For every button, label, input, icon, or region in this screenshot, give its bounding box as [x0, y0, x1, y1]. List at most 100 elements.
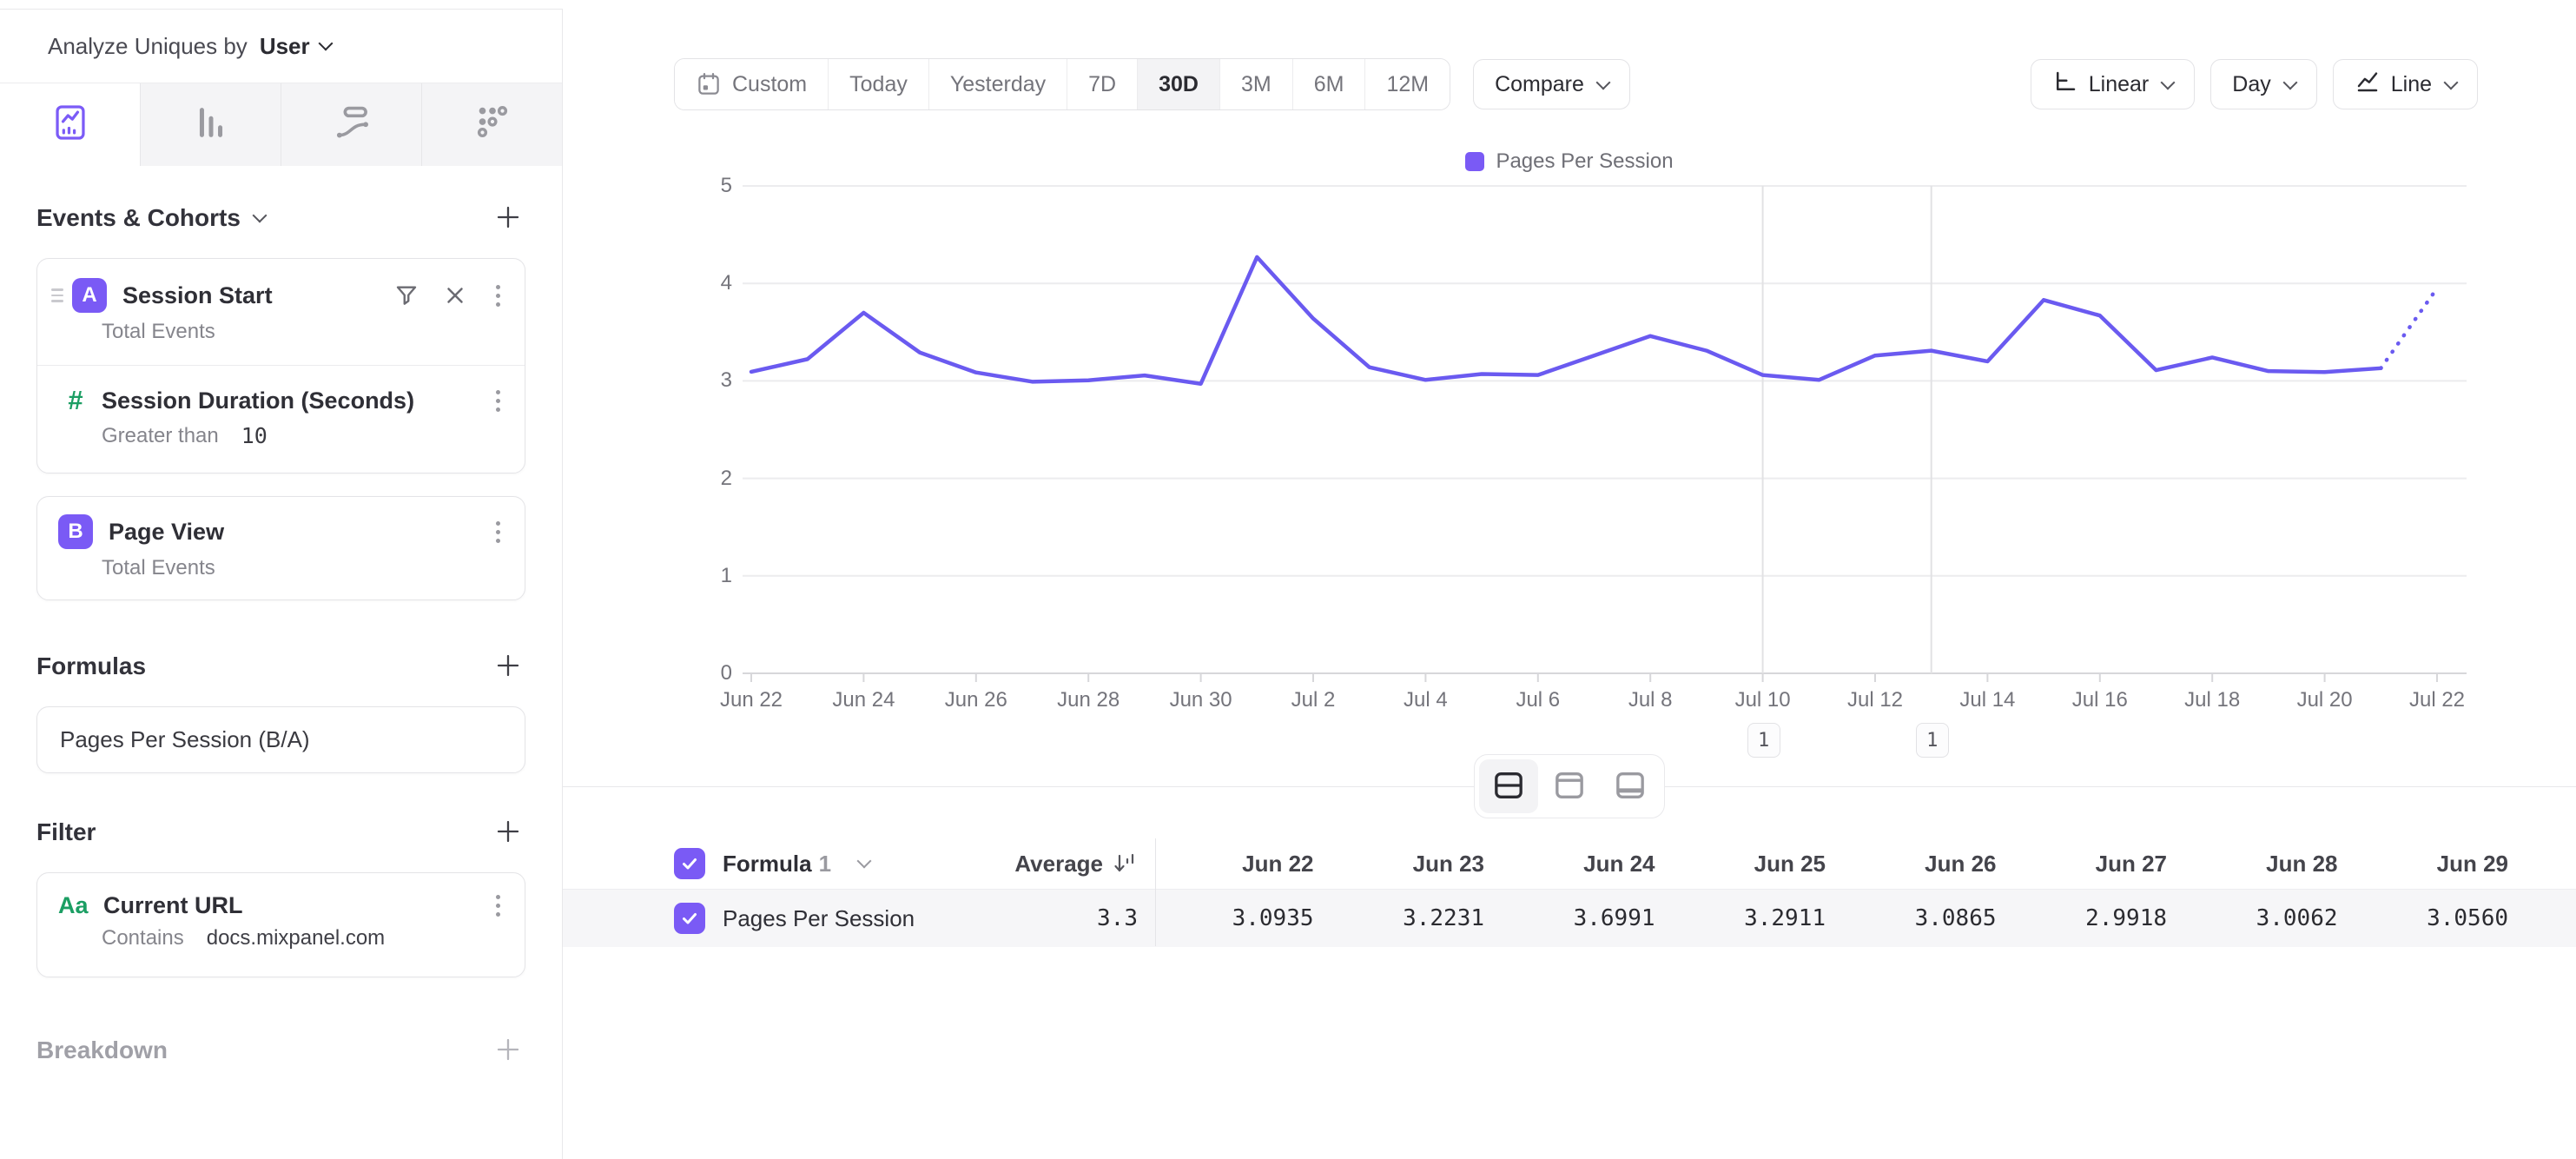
cell-value: 3.6991 — [1496, 905, 1668, 931]
operator-value[interactable]: 10 — [241, 423, 268, 448]
event-options-icon[interactable] — [491, 283, 505, 308]
add-breakdown-button[interactable] — [491, 1033, 525, 1068]
cell-value: 3.0560 — [2350, 905, 2521, 931]
cell-value: 3.2231 — [1326, 905, 1497, 931]
number-property-icon: # — [58, 385, 93, 416]
analyze-label: Analyze Uniques by — [48, 33, 248, 60]
operator-selector[interactable]: Greater than — [102, 424, 219, 448]
range-7d[interactable]: 7D — [1067, 59, 1137, 109]
add-formula-button[interactable] — [491, 649, 525, 684]
filter-property-name[interactable]: Current URL — [103, 892, 243, 919]
query-builder-sidebar: Analyze Uniques by User Even — [0, 10, 563, 1159]
series-index: 1 — [819, 851, 831, 877]
add-filter-button[interactable] — [491, 815, 525, 850]
column-header-jun-23[interactable]: Jun 23 — [1326, 851, 1497, 878]
series-checkbox[interactable] — [674, 848, 705, 879]
table-bottom-view-button[interactable] — [1601, 759, 1660, 813]
filter-operator-selector[interactable]: Contains — [102, 926, 184, 950]
formula-input[interactable]: Pages Per Session (B/A) — [36, 706, 525, 773]
compare-button[interactable]: Compare — [1473, 59, 1630, 109]
plus-icon — [495, 204, 521, 233]
plus-icon — [495, 1036, 521, 1065]
event-row: B Page View — [37, 497, 525, 556]
measure-selector[interactable]: Total Events — [102, 320, 215, 344]
row-checkbox[interactable] — [674, 903, 705, 934]
drag-handle-icon[interactable] — [51, 288, 65, 302]
property-condition: Greater than 10 — [37, 423, 525, 473]
chart-top-view-icon — [1552, 768, 1587, 805]
column-header-jun-25[interactable]: Jun 25 — [1668, 851, 1839, 878]
property-name[interactable]: Session Duration (Seconds) — [102, 387, 414, 414]
chevron-down-icon — [318, 36, 333, 51]
table-header-row: Formula1 Average Jun 22Jun 23Jun 24Jun 2… — [563, 838, 2576, 890]
date-range-control: CustomTodayYesterday7D30D3M6M12M — [674, 58, 1450, 110]
event-options-icon[interactable] — [491, 520, 505, 545]
mixpanel-insights-app: Analyze Uniques by User Even — [0, 0, 2576, 1159]
event-row: A Session Start — [37, 259, 525, 320]
layout-toggle-wrap — [1474, 754, 1665, 818]
event-name[interactable]: Session Start — [122, 282, 273, 309]
scale-button[interactable]: Linear — [2031, 59, 2196, 109]
measure-selector[interactable]: Total Events — [102, 556, 215, 580]
table-bottom-view-icon — [1613, 768, 1648, 805]
line-chart[interactable]: 012345Jun 22Jun 24Jun 26Jun 28Jun 30Jul … — [563, 176, 2576, 775]
column-header-jun-27[interactable]: Jun 27 — [2009, 851, 2180, 878]
table-data-row[interactable]: Pages Per Session 3.3 3.09353.22313.6991… — [563, 890, 2576, 947]
cell-value: 3.0062 — [2179, 905, 2350, 931]
range-today[interactable]: Today — [828, 59, 928, 109]
events-section-title[interactable]: Events & Cohorts — [36, 204, 265, 232]
insights-chart-icon — [50, 103, 90, 147]
tab-flow[interactable] — [281, 83, 421, 166]
compare-label: Compare — [1495, 72, 1584, 97]
range-custom[interactable]: Custom — [675, 59, 828, 109]
average-column-header[interactable]: Average — [1014, 851, 1103, 878]
column-header-jun-24[interactable]: Jun 24 — [1496, 851, 1668, 878]
interval-button[interactable]: Day — [2210, 59, 2316, 109]
filter-section-title: Filter — [36, 818, 96, 846]
filter-row: Aa Current URL — [37, 873, 525, 926]
chart-top-view-button[interactable] — [1540, 759, 1599, 813]
chart-legend[interactable]: Pages Per Session — [563, 149, 2576, 174]
line-chart-icon — [2355, 69, 2381, 101]
bar-chart-icon — [191, 103, 231, 147]
tab-bar-chart[interactable] — [140, 83, 281, 166]
analyze-header: Analyze Uniques by User — [0, 10, 562, 83]
analyze-by-dropdown[interactable]: User — [260, 33, 331, 60]
event-card-session-start: A Session Start Total Events # Session D… — [36, 258, 525, 474]
column-header-jun-26[interactable]: Jun 26 — [1838, 851, 2009, 878]
split-view-button[interactable] — [1479, 759, 1538, 813]
range-6m[interactable]: 6M — [1292, 59, 1365, 109]
event-name[interactable]: Page View — [109, 519, 224, 546]
filter-icon[interactable] — [393, 282, 419, 308]
chevron-down-icon — [857, 854, 872, 869]
analyze-by-value: User — [260, 33, 310, 60]
range-30d[interactable]: 30D — [1137, 59, 1219, 109]
range-3m[interactable]: 3M — [1219, 59, 1292, 109]
split-view-icon — [1491, 768, 1526, 805]
series-dropdown[interactable]: Formula1 — [723, 851, 831, 878]
cell-value: 3.0865 — [1838, 905, 2009, 931]
tab-metrics[interactable] — [421, 83, 562, 166]
filter-section-header: Filter — [36, 815, 525, 850]
sort-descending-icon[interactable] — [1112, 851, 1138, 877]
visualization-tabs — [0, 83, 562, 166]
table-column-divider — [1155, 838, 1156, 946]
filter-value[interactable]: docs.mixpanel.com — [207, 926, 385, 950]
filter-options-icon[interactable] — [491, 893, 505, 918]
events-section-label: Events & Cohorts — [36, 204, 241, 232]
chevron-down-icon — [2282, 76, 2297, 90]
plus-icon — [495, 818, 521, 847]
chart-type-button[interactable]: Line — [2333, 59, 2478, 109]
range-yesterday[interactable]: Yesterday — [928, 59, 1067, 109]
add-event-button[interactable] — [491, 201, 525, 235]
formulas-section-title: Formulas — [36, 652, 146, 680]
display-controls: Linear Day Line — [2031, 59, 2478, 109]
cell-value: 3.2911 — [1668, 905, 1839, 931]
column-header-jun-28[interactable]: Jun 28 — [2179, 851, 2350, 878]
property-options-icon[interactable] — [491, 388, 505, 414]
column-header-jun-29[interactable]: Jun 29 — [2350, 851, 2521, 878]
remove-event-icon[interactable] — [442, 282, 468, 308]
tab-insights[interactable] — [0, 83, 140, 166]
column-header-jun-22[interactable]: Jun 22 — [1155, 851, 1326, 878]
range-12m[interactable]: 12M — [1364, 59, 1450, 109]
